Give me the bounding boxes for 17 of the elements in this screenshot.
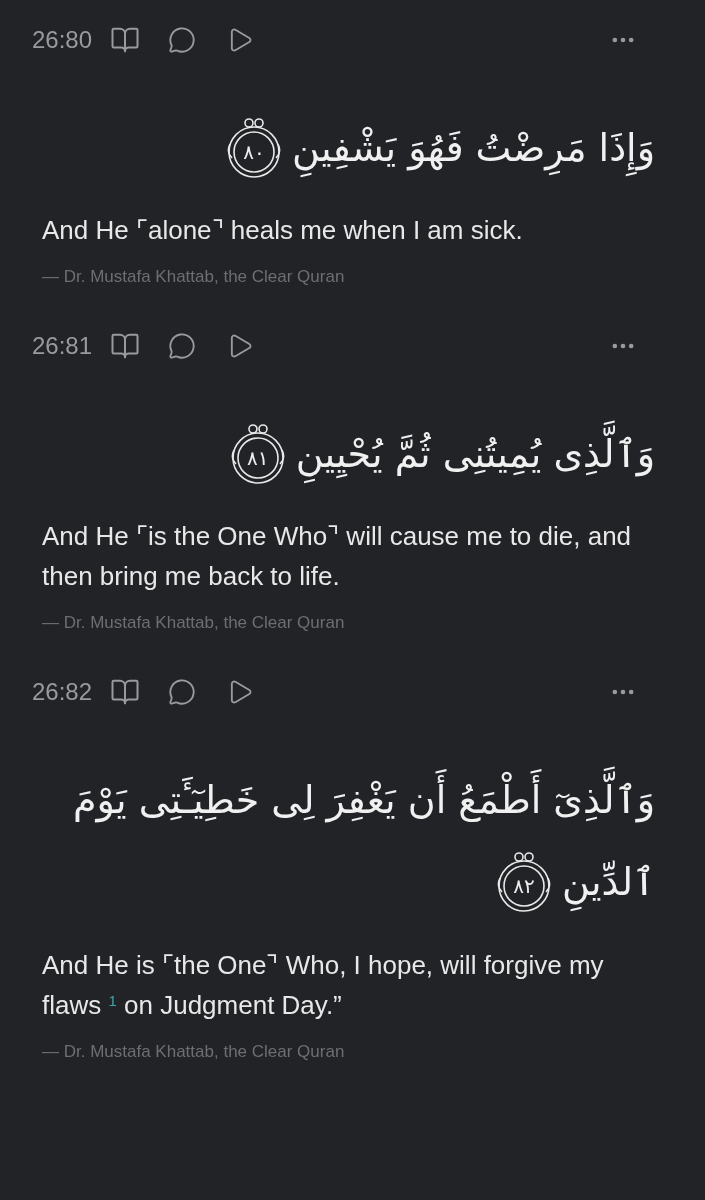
attribution: — Dr. Mustafa Khattab, the Clear Quran: [41, 266, 346, 289]
translation: And He ⌜is the One Who⌝ will cause me to die, and then bring me back to life.: [41, 520, 633, 594]
book-open-icon[interactable]: [110, 25, 141, 55]
speech-bubble-icon[interactable]: [168, 331, 197, 360]
attribution: — Dr. Mustafa Khattab, the Clear Quran: [41, 612, 346, 635]
translation: And He is ⌜the One⌝ Who, I hope, will forgive my flaws $^{1}$ on Judgment Day.”: [41, 948, 605, 1022]
arabic-verse-line: وَٱلَّذِىٓ أَطْمَعُ أَن يَغْفِرَ لِى خَطِيٓـَٔتِى يَوْمَ: [72, 761, 655, 839]
arabic-verse-line: وَٱلَّذِى يُمِيتُنِى ثُمَّ يُحْيِينِ: [295, 415, 655, 493]
verse-key: 26:80: [32, 22, 93, 58]
attribution: — Dr. Mustafa Khattab, the Clear Quran: [41, 1040, 346, 1063]
verse-key: 26:82: [32, 673, 93, 710]
arabic-verse-line: ٱلدِّينِ: [561, 844, 655, 921]
arabic-verse-line: وَإِذَا مَرِضْتُ فَهُوَ يَشْفِينِ: [292, 110, 655, 187]
speech-bubble-icon[interactable]: [168, 26, 197, 54]
speech-bubble-icon[interactable]: [168, 677, 197, 706]
verse-key: 26:81: [32, 327, 93, 364]
translation: And He ⌜alone⌝ heals me when I am sick.: [41, 214, 524, 248]
